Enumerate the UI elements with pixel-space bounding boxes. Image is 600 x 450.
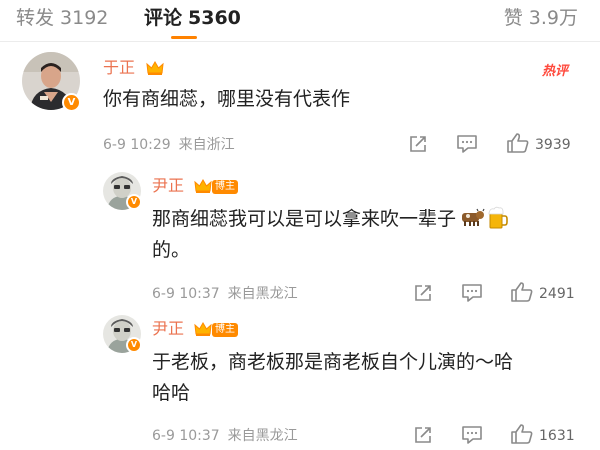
comment-username[interactable]: 于正	[103, 58, 135, 78]
tab-comment-label: 评论	[144, 7, 183, 29]
comment-location: 来自黑龙江	[227, 428, 298, 444]
comment-text: 你有商细蕊，哪里没有代表作	[103, 88, 351, 110]
verified-icon: V	[62, 93, 81, 112]
comment-location: 来自浙江	[178, 137, 235, 153]
blogger-tag: 博主	[212, 180, 238, 194]
active-tab-indicator	[171, 36, 197, 39]
like-icon[interactable]	[506, 132, 530, 154]
crown-icon	[194, 178, 212, 194]
comment-meta: 6-9 10:37 来自黑龙江	[152, 427, 298, 445]
comment-location: 来自黑龙江	[227, 286, 298, 302]
like-count: 3939	[535, 137, 571, 153]
tab-comment-count: 5360	[188, 7, 241, 29]
comment-time: 6-9 10:37	[152, 428, 220, 444]
cow-icon	[458, 207, 486, 227]
comment-meta: 6-9 10:37 来自黑龙江	[152, 285, 298, 303]
tab-like-label: 赞	[503, 7, 523, 29]
comment-text: 于老板，商老板那是商老板自个儿演的～哈 哈哈	[152, 347, 513, 409]
like-count: 2491	[539, 286, 575, 302]
comment-username[interactable]: 尹正	[152, 319, 184, 339]
comment-icon[interactable]	[456, 134, 478, 154]
share-icon[interactable]	[408, 134, 428, 154]
comment-icon[interactable]	[461, 283, 483, 303]
like-icon[interactable]	[510, 281, 534, 303]
crown-icon	[194, 321, 212, 337]
tab-like[interactable]: 赞 3.9万	[504, 6, 578, 30]
hot-comment-badge: 热评	[542, 64, 569, 79]
tab-repost-count: 3192	[60, 7, 109, 29]
like-icon[interactable]	[510, 423, 534, 445]
tab-repost[interactable]: 转发 3192	[16, 6, 108, 30]
like-count: 1631	[539, 428, 575, 444]
tab-repost-label: 转发	[16, 7, 55, 29]
comment-text-line: 于老板，商老板那是商老板自个儿演的～哈	[152, 351, 514, 373]
share-icon[interactable]	[413, 283, 433, 303]
crown-icon	[146, 60, 164, 76]
share-icon[interactable]	[413, 425, 433, 445]
comment-text-line: 那商细蕊我可以是可以拿来吹一辈子	[152, 208, 457, 230]
comment-time: 6-9 10:29	[103, 137, 171, 153]
beer-icon	[488, 206, 508, 230]
divider	[0, 41, 600, 42]
tab-comment[interactable]: 评论 5360	[144, 6, 241, 30]
comment-meta: 6-9 10:29 来自浙江	[103, 136, 235, 154]
tab-bar: 转发 3192 评论 5360 赞 3.9万	[0, 0, 600, 40]
blogger-tag: 博主	[212, 323, 238, 337]
comment-text-line: 的。	[152, 239, 191, 261]
comment-text: 那商细蕊我可以是可以拿来吹一辈子 的。	[152, 204, 508, 266]
comment-username[interactable]: 尹正	[152, 176, 184, 196]
comment-text-line: 哈哈	[152, 382, 191, 404]
verified-icon: V	[126, 337, 142, 353]
verified-icon: V	[126, 194, 142, 210]
comment-icon[interactable]	[461, 425, 483, 445]
comment-time: 6-9 10:37	[152, 286, 220, 302]
tab-like-count: 3.9万	[528, 7, 578, 29]
